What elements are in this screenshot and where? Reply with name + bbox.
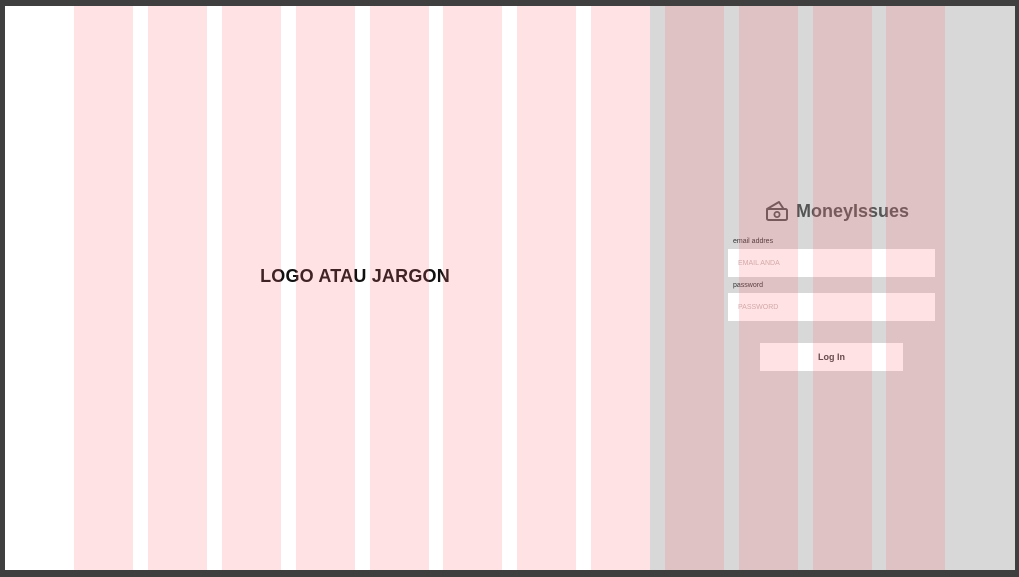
- password-label: password: [733, 282, 763, 289]
- grid-column: [296, 6, 355, 570]
- grid-column: [370, 6, 429, 570]
- grid-column: [517, 6, 576, 570]
- login-button[interactable]: Log In: [760, 343, 903, 371]
- money-house-icon: [766, 201, 788, 221]
- grid-column: [222, 6, 281, 570]
- grid-column: [74, 6, 133, 570]
- brand-name: MoneyIssues: [796, 200, 910, 221]
- password-input[interactable]: [728, 293, 935, 321]
- email-label: email addres: [733, 238, 774, 245]
- logo-placeholder-text: LOGO ATAU JARGON: [260, 266, 450, 286]
- email-input[interactable]: [728, 249, 935, 277]
- login-panel: [650, 6, 1015, 570]
- brand-logo: MoneyIssues: [765, 199, 909, 223]
- grid-column: [148, 6, 207, 570]
- grid-column: [591, 6, 650, 570]
- grid-column: [443, 6, 502, 570]
- login-screen: LOGO ATAU JARGON MoneyIssues email addre…: [5, 6, 1015, 570]
